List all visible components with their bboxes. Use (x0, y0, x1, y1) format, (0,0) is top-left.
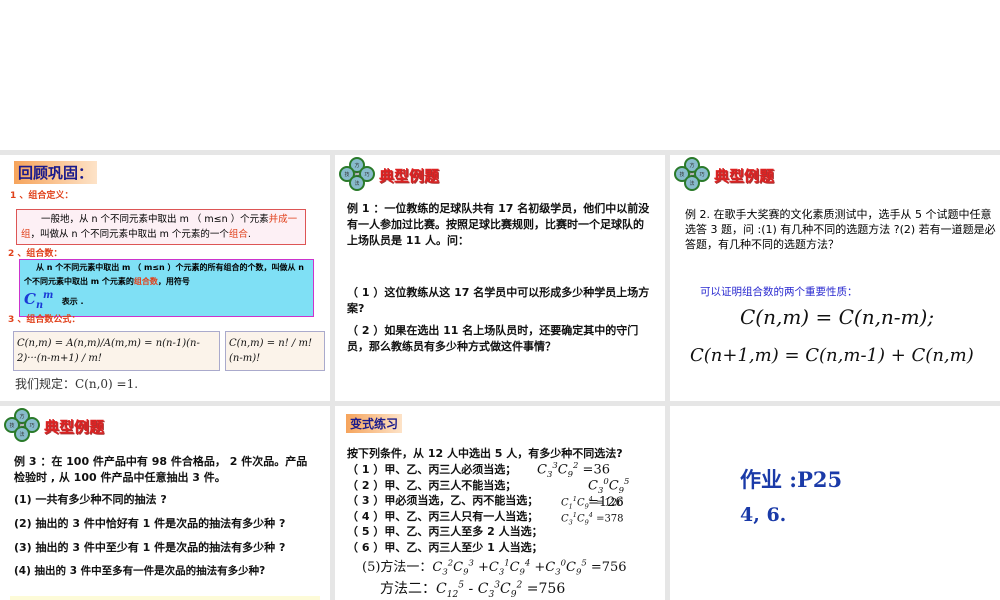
logo-char: 技 (679, 171, 684, 178)
example-text: 例 2. 在歌手大奖赛的文化素质测试中，选手从 5 个试题中任意选答 3 题，问… (685, 208, 996, 251)
slide-title: 变式练习 (346, 414, 403, 433)
example-text: 例 1 ：一位教练的足球队共有 17 名初级学员，他们中以前没有一人参加过比赛。… (347, 202, 650, 247)
question-3: (3) 抽出的 3 件中至少有 1 件是次品的抽法有多少种 ? (14, 541, 286, 554)
combination-formula-1: C(n,m) = A(n,m)/A(m,m) = n(n-1)(n-2)···(… (17, 338, 200, 364)
logo-char: 与 (689, 171, 694, 178)
combination-formula-2: C(n,m) = n! / m!(n-m)! (229, 338, 312, 364)
section-title: 典型例题 (379, 167, 440, 185)
section-heading: 2 、组合数： (8, 249, 63, 259)
logo-char: 法 (689, 180, 694, 187)
method-1: (5)方法一：C32C93 +C31C94 +C30C95 =756 (362, 557, 627, 577)
rule-text: 我们规定：C(n,0) =1. (15, 377, 139, 391)
method-2: 方法二：C125 - C33C92 =756 (380, 580, 566, 600)
method-logo-icon: 方技 巧法与 (674, 157, 710, 191)
question-1: (1) 一共有多少种不同的抽法 ? (14, 493, 167, 506)
slide-thumbnail-5[interactable]: 变式练习 按下列条件，从 12 人中选出 5 人，有多少种不同选法? （ 1 ）… (335, 406, 665, 600)
logo-char: 巧 (364, 172, 369, 178)
condition-item: （ 6 ）甲、乙、丙三人至少 1 人当选； (347, 540, 543, 554)
method-logo-icon: 方技 巧法与 (339, 157, 375, 191)
condition-item: （ 4 ）甲、乙、丙三人只有一人当选； (347, 509, 539, 523)
slide-title: 回顾巩固： (14, 161, 98, 184)
logo-char: 与 (19, 422, 24, 429)
formula-box: C(n,m) = A(n,m)/A(m,m) = n(n-1)(n-2)···(… (13, 331, 220, 371)
logo-char: 方 (19, 413, 24, 420)
homework-items: 4, 6. (740, 504, 787, 526)
section-heading: 3 、组合数公式： (8, 315, 81, 325)
section-title: 典型例题 (714, 167, 775, 185)
question-4: (4) 抽出的 3 件中至多有一件是次品的抽法有多少种? (14, 565, 266, 577)
logo-char: 方 (689, 162, 694, 169)
question-1: （ 1 ）这位教练从这 17 名学员中可以形成多少种学员上场方案? (347, 286, 650, 315)
slide-thumbnail-6[interactable]: 作业 :P25 4, 6. (670, 406, 1000, 600)
logo-char: 技 (9, 422, 14, 429)
property-formula-2: C(n+1,m) = C(n,m-1) + C(n,m) (690, 345, 974, 366)
property-heading: 可以证明组合数的两个重要性质： (700, 286, 858, 298)
slide-thumbnail-4[interactable]: 方技 巧法与 典型例题 例 3 ：在 100 件产品中有 98 件合格品， 2 件… (0, 406, 330, 600)
question-2: （ 2 ）如果在选出 11 名上场队员时，还要确定其中的守门员，那么教练员有多少… (347, 324, 639, 353)
condition-item: （ 2 ）甲、乙、丙三人不能当选； (347, 478, 517, 492)
logo-char: 方 (354, 162, 359, 169)
blank-area (0, 0, 1000, 150)
slide-thumbnail-1[interactable]: 回顾巩固： 1 、组合定义： 一般地，从 n 个不同元素中取出 m （ m≤n … (0, 155, 330, 401)
logo-char: 法 (19, 431, 24, 438)
question-2: (2) 抽出的 3 件中恰好有 1 件是次品的抽法有多少种 ? (14, 517, 286, 530)
section-title: 典型例题 (44, 418, 105, 436)
combination-number-box: 从 n 个不同元素中取出 m （ m≤n ）个元素的所有组合的个数，叫做从 n … (19, 259, 314, 317)
section-heading: 1 、组合定义： (10, 191, 74, 201)
condition-list: （ 1 ）甲、乙、丙三人必须当选； （ 2 ）甲、乙、丙三人不能当选； （ 3 … (347, 462, 543, 555)
answer-4: C31C94 =378 (561, 511, 624, 527)
condition-item: （ 1 ）甲、乙、丙三人必须当选； (347, 463, 517, 476)
homework-title: 作业 :P25 (740, 467, 843, 492)
logo-char: 技 (344, 171, 349, 178)
decor-bar (10, 596, 320, 600)
condition-item: （ 5 ）甲、乙、丙三人至多 2 人当选； (347, 525, 543, 538)
logo-char: 法 (354, 180, 359, 187)
condition-item: （ 3 ）甲必须当选，乙、丙不能当选； (347, 494, 539, 507)
example-text: 例 3 ：在 100 件产品中有 98 件合格品， 2 件次品。产品检验时 , … (14, 455, 308, 484)
slide-thumbnail-2[interactable]: 方技 巧法与 典型例题 例 1 ：一位教练的足球队共有 17 名初级学员，他们中以… (335, 155, 665, 401)
slide-thumbnail-3[interactable]: 方技 巧法与 典型例题 例 2. 在歌手大奖赛的文化素质测试中，选手从 5 个试题… (670, 155, 1000, 401)
answer-3: C11C94 =126 (561, 495, 624, 511)
property-formula-1: C(n,m) = C(n,n-m); (740, 305, 935, 329)
logo-char: 巧 (29, 423, 34, 429)
logo-char: 与 (354, 171, 359, 178)
formula-box: C(n,m) = n! / m!(n-m)! (225, 331, 325, 371)
logo-char: 巧 (699, 172, 704, 178)
definition-box: 一般地，从 n 个不同元素中取出 m （ m≤n ）个元素并成一组，叫做从 n … (16, 209, 306, 245)
method-logo-icon: 方技 巧法与 (4, 408, 40, 442)
